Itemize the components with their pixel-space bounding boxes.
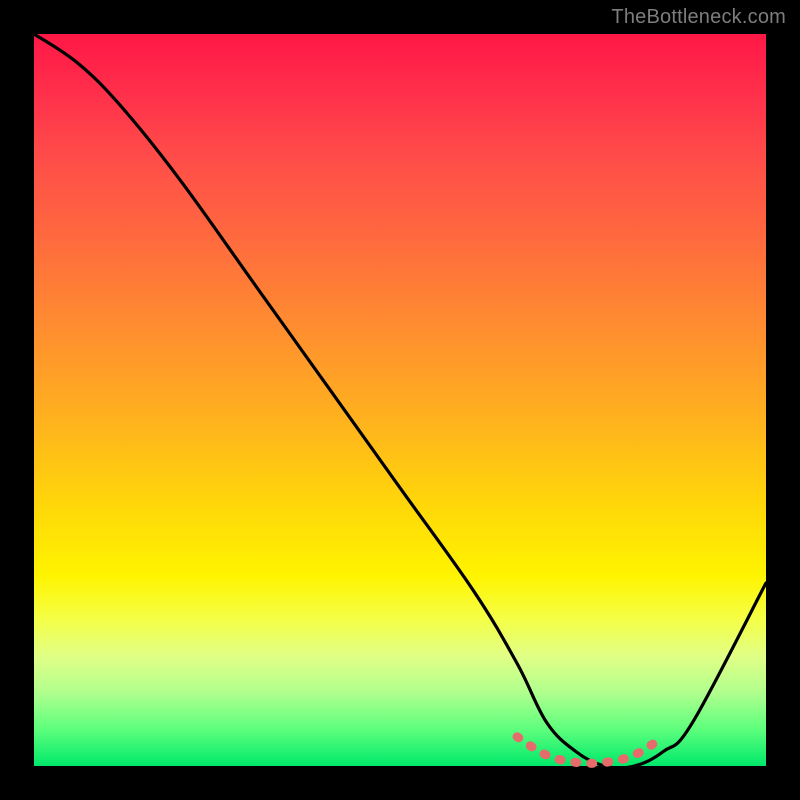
watermark-text: TheBottleneck.com bbox=[611, 6, 786, 29]
chart-frame: TheBottleneck.com bbox=[0, 0, 800, 800]
optimal-zone-marker bbox=[517, 737, 663, 764]
plot-area bbox=[34, 34, 766, 766]
bottleneck-curve bbox=[34, 34, 766, 768]
curve-svg bbox=[34, 34, 766, 766]
